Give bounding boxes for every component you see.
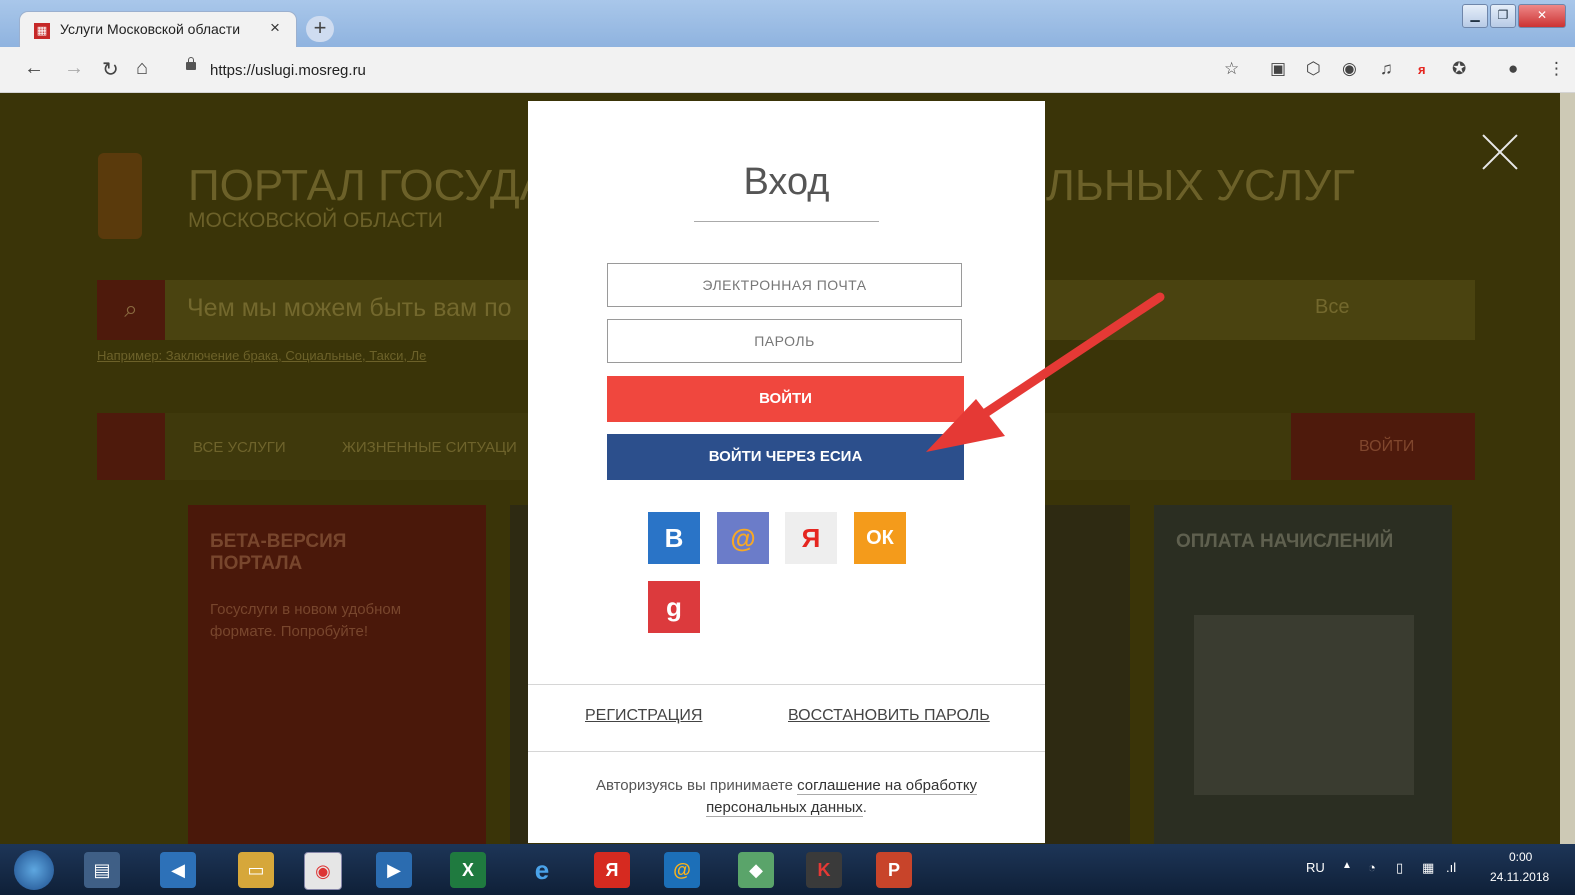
tray-expand-icon[interactable]: ▲	[1342, 860, 1352, 871]
clock-time[interactable]: 0:00	[1509, 850, 1532, 864]
mail-agent-icon[interactable]: @	[664, 852, 700, 888]
start-button[interactable]	[14, 850, 54, 890]
chrome-icon[interactable]: ◉	[304, 852, 342, 890]
taskbar: ▤ ◀ ▭ ◉ ▶ X e Я @ ◆ K P RU ▲ ◔ ▯ ▦ .ıl 0…	[0, 844, 1575, 895]
folder-app-icon[interactable]: ◆	[738, 852, 774, 888]
powerpoint-icon[interactable]: P	[876, 852, 912, 888]
yandex-browser-icon[interactable]: Я	[594, 852, 630, 888]
kaspersky-icon[interactable]: K	[806, 852, 842, 888]
battery-icon[interactable]: ▯	[1396, 860, 1403, 876]
file-explorer-icon[interactable]: ▭	[238, 852, 274, 888]
excel-icon[interactable]: X	[450, 852, 486, 888]
video-app-icon[interactable]: ▶	[376, 852, 412, 888]
clock-date[interactable]: 24.11.2018	[1490, 870, 1549, 884]
signal-icon[interactable]: .ıl	[1446, 860, 1456, 875]
network-icon[interactable]: ▦	[1422, 860, 1434, 876]
annotation-arrow	[926, 292, 1165, 452]
tray-app-icon[interactable]: ◔	[1368, 860, 1376, 875]
printer-icon[interactable]: ▤	[84, 852, 120, 888]
internet-explorer-icon[interactable]: e	[524, 852, 560, 888]
media-player-icon[interactable]: ◀	[160, 852, 196, 888]
language-indicator[interactable]: RU	[1306, 860, 1325, 875]
